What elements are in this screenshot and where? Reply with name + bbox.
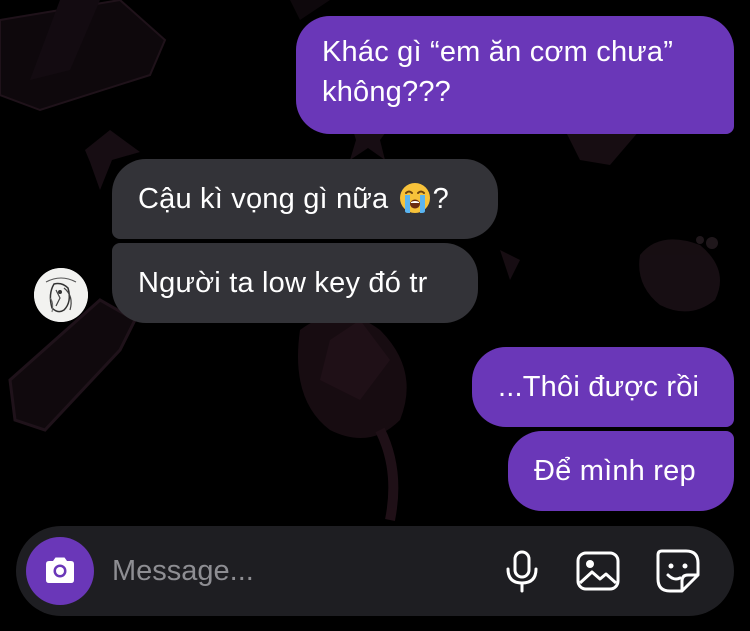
camera-button[interactable] (26, 537, 94, 605)
voice-message-button[interactable] (498, 547, 546, 595)
sticker-icon (656, 549, 700, 593)
message-text: Người ta low key đó tr (138, 267, 428, 299)
camera-icon (46, 557, 74, 583)
message-text: Cậu kì vọng gì nữa (138, 183, 397, 215)
microphone-icon (506, 550, 538, 593)
message-text: ...Thôi được rồi (498, 371, 700, 403)
avatar-illustration (34, 268, 88, 322)
incoming-message[interactable]: Người ta low key đó tr (112, 243, 478, 323)
incoming-message[interactable]: Cậu kì vọng gì nữa ? (112, 159, 498, 239)
chat-screen: Khác gì “em ăn cơm chưa” không??? Cậu kì… (0, 0, 750, 631)
outgoing-message[interactable]: Để mình rep (508, 431, 734, 511)
gallery-button[interactable] (574, 547, 622, 595)
outgoing-message[interactable]: Khác gì “em ăn cơm chưa” không??? (296, 16, 734, 134)
message-text: ? (432, 183, 449, 215)
loudly-crying-face-emoji-icon (399, 183, 430, 213)
message-text: Để mình rep (534, 455, 696, 487)
message-text: Khác gì “em ăn cơm chưa” không??? (322, 36, 674, 108)
outgoing-message[interactable]: ...Thôi được rồi (472, 347, 734, 427)
sticker-button[interactable] (654, 547, 702, 595)
sender-avatar[interactable] (34, 268, 88, 322)
gallery-icon (576, 551, 620, 591)
message-composer (16, 526, 734, 616)
message-input[interactable] (112, 551, 472, 591)
